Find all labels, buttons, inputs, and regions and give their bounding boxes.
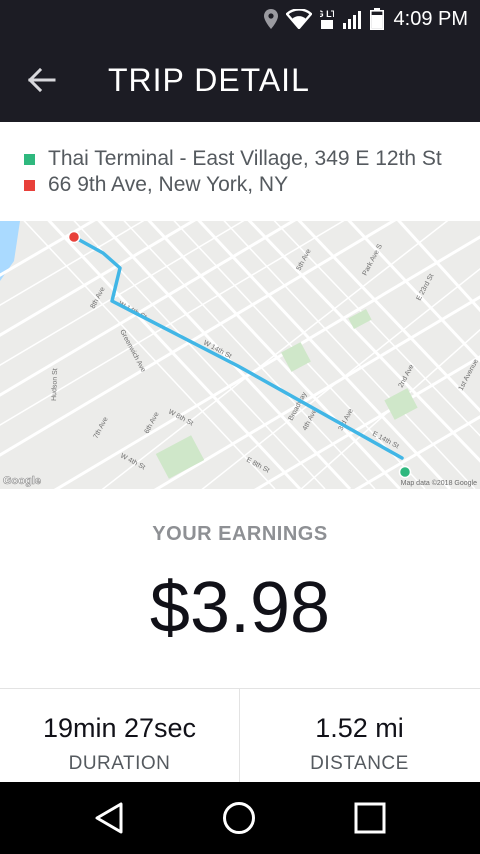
pickup-pin-icon (398, 465, 412, 479)
pickup-address: Thai Terminal - East Village, 349 E 12th… (24, 146, 464, 172)
dropoff-address-text: 66 9th Ave, New York, NY (48, 173, 289, 196)
back-arrow-icon[interactable] (26, 66, 58, 94)
status-bar: 4G LTE 4:09 PM (0, 0, 480, 38)
distance-value: 1.52 mi (315, 713, 404, 743)
svg-text:4G LTE: 4G LTE (320, 9, 334, 19)
distance-label: DISTANCE (310, 753, 409, 774)
home-circle-icon[interactable] (217, 796, 261, 840)
dropoff-address: 66 9th Ave, New York, NY (24, 172, 464, 198)
map-attribution[interactable]: Map data ©2018 Google (401, 479, 477, 487)
divider (0, 688, 480, 689)
earnings-label: YOUR EARNINGS (152, 523, 328, 545)
battery-icon (369, 8, 384, 30)
location-icon (263, 9, 278, 29)
dropoff-marker-icon (24, 179, 35, 191)
street-label: Hudson St (51, 368, 59, 401)
signal-icon (342, 11, 361, 29)
trip-map[interactable]: W 14th St W 14th St E 14th St E 8th St W… (0, 221, 480, 489)
app-bar: TRIP DETAIL (0, 38, 480, 122)
wifi-icon (285, 9, 312, 29)
clock: 4:09 PM (393, 7, 468, 30)
status-icons: 4G LTE 4:09 PM (263, 0, 468, 38)
map-canvas: W 14th St W 14th St E 14th St E 8th St W… (0, 221, 480, 489)
page-title: TRIP DETAIL (108, 62, 310, 98)
duration-label: DURATION (68, 753, 171, 774)
duration-stat: 19min 27sec DURATION (0, 709, 239, 775)
google-logo: Google (3, 475, 41, 487)
back-triangle-icon[interactable] (87, 796, 131, 840)
duration-value: 19min 27sec (42, 713, 197, 743)
recents-square-icon[interactable] (348, 796, 392, 840)
network-4g-icon: 4G LTE (320, 9, 334, 29)
pickup-marker-icon (24, 153, 35, 165)
earnings-amount: $3.98 (149, 568, 331, 648)
system-nav-bar (0, 782, 480, 854)
distance-stat: 1.52 mi DISTANCE (240, 709, 479, 775)
dropoff-pin-icon (67, 230, 81, 244)
pickup-address-text: Thai Terminal - East Village, 349 E 12th… (48, 147, 442, 170)
